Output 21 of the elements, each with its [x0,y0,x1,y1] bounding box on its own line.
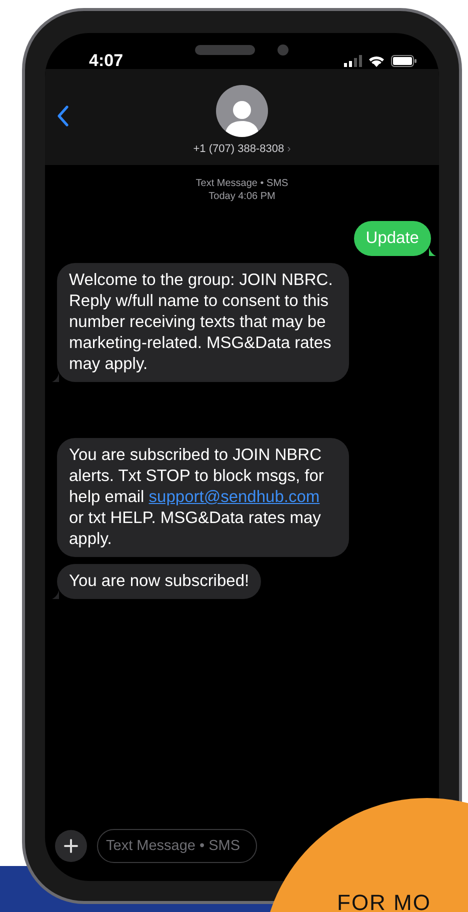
plus-icon [64,839,78,853]
camera-icon [277,44,289,56]
message-text: Welcome to the group: JOIN NBRC. Reply w/full name to consent to this number receiving texts that may be marketing-related. MSG&Data rates may apply. [69,271,333,373]
service-label: Text Message • SMS [196,177,288,190]
speaker-icon [195,45,255,55]
contact-number[interactable]: +1 (707) 388-8308 [193,143,284,155]
chevron-icon: › [287,143,291,155]
signal-icon [344,55,362,67]
back-icon[interactable] [57,105,69,127]
battery-icon [391,55,417,67]
add-button[interactable] [55,830,87,862]
message-timestamp: Today 4:06 PM [208,190,276,203]
status-time: 4:07 [89,51,124,71]
wifi-icon [368,55,385,67]
message-text: You are now subscribed! [69,572,250,590]
message-text: Update [366,229,419,247]
message-text: You are subscribed to JOIN NBRC alerts. Txt STOP to block msgs, for help email support@sendhub.com or txt HELP. MSG&Data rates may apply. [69,446,324,548]
promo-text: FOR MO [337,890,431,912]
email-link[interactable]: support@sendhub.com [148,488,320,506]
message-input-field[interactable]: Text Message • SMS [97,829,257,863]
contact-avatar[interactable] [216,85,268,137]
